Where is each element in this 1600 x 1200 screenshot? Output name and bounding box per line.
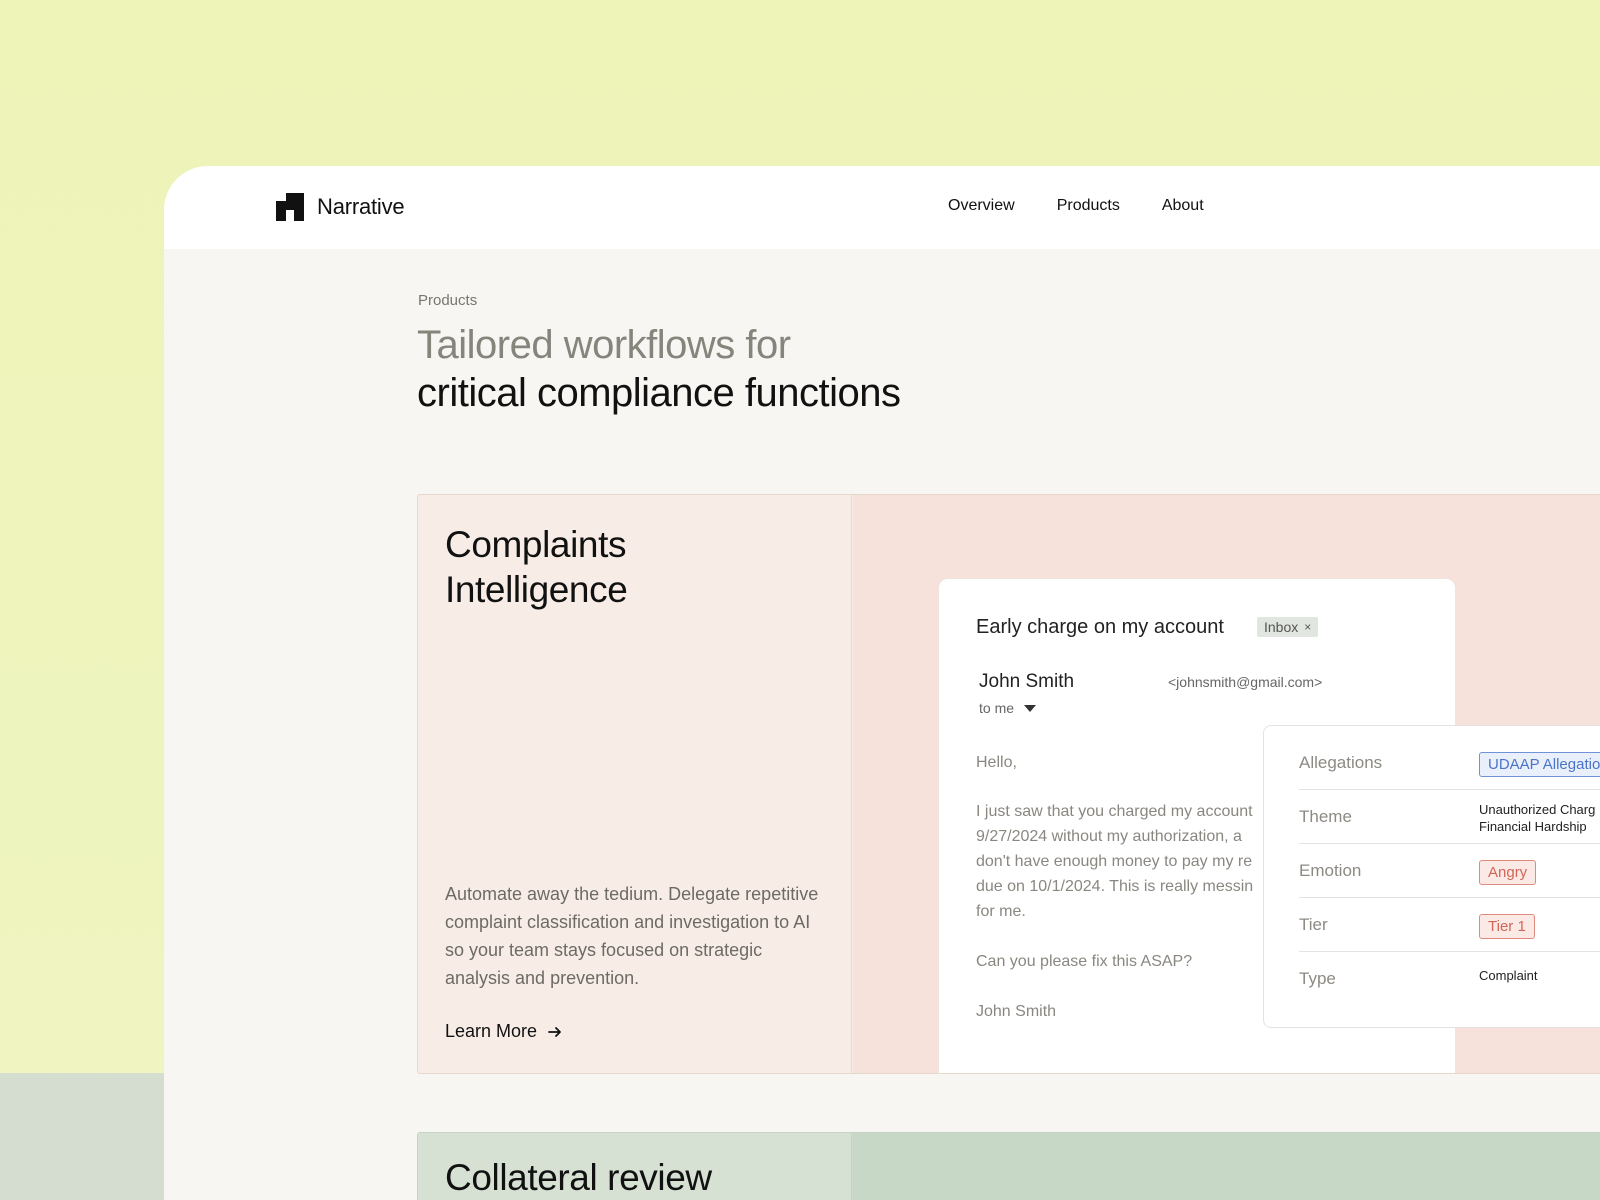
nav-item-overview[interactable]: Overview [948,197,1015,215]
hero-heading-line1: Tailored workflows for [417,323,791,367]
card-description: Automate away the tedium. Delegate repet… [445,884,819,988]
card2-text-panel: Collateral review [418,1133,852,1200]
brand-name: Narrative [317,194,405,219]
learn-more-label: Learn More [445,1021,538,1041]
attr-label: Theme [1299,807,1352,826]
recipient-label: to me [979,700,1015,716]
card2-preview-panel [853,1133,1600,1200]
hero-heading-line2: critical compliance functions [417,371,901,415]
attr-row-emotion: Emotion Angry [1299,844,1600,898]
top-navigation-bar: Narrative Overview Products About [164,166,1600,249]
section-eyebrow: Products [418,292,478,309]
card-title-line2: Intelligence [445,569,628,610]
main-nav: Overview Products About [948,197,1246,215]
email-question: Can you please fix this ASAP? [976,953,1193,970]
brand-logo[interactable]: Narrative [276,193,405,221]
attr-label: Allegations [1299,753,1383,772]
card-title-line1: Complaints [445,524,627,565]
theme-value-line1: Unauthorized Charg [1479,802,1596,817]
email-signature: John Smith [976,1003,1057,1020]
narrative-logo-icon [276,193,304,221]
background-tint [0,1073,170,1200]
email-paragraph: I just saw that you charged my account 9… [976,803,1254,920]
chevron-down-icon [1024,704,1037,712]
theme-value-line2: Financial Hardship [1479,819,1587,834]
product-card-collateral: Collateral review [417,1132,1600,1200]
browser-window: Narrative Overview Products About Produc… [164,166,1600,1200]
classification-panel: Allegations UDAAP Allegatio Theme Unauth… [1263,725,1600,1028]
attr-label: Emotion [1299,861,1362,880]
sender-email: <johnsmith@gmail.com> [1168,674,1323,690]
attr-row-tier: Tier Tier 1 [1299,898,1600,952]
attr-label: Tier [1299,915,1328,934]
type-value: Complaint [1479,968,1538,983]
nav-item-products[interactable]: Products [1057,197,1120,215]
nav-item-about[interactable]: About [1162,197,1204,215]
learn-more-link[interactable]: Learn More [445,1021,563,1042]
attr-row-allegations: Allegations UDAAP Allegatio [1299,736,1600,790]
emotion-badge: Angry [1479,860,1537,885]
sender-name: John Smith [979,671,1075,692]
card2-title: Collateral review [445,1157,712,1198]
inbox-label-text: Inbox [1264,619,1299,635]
recipient-toggle[interactable]: to me [979,700,1037,716]
attr-row-type: Type Complaint [1299,952,1600,1006]
theme-value: Unauthorized Charg Financial Hardship [1479,801,1595,835]
arrow-right-icon [548,1026,561,1037]
inbox-label-chip[interactable]: Inbox × [1257,617,1319,637]
card-text-panel: Complaints Intelligence Automate away th… [418,495,852,1073]
close-icon[interactable]: × [1304,620,1311,634]
attr-row-theme: Theme Unauthorized Charg Financial Hards… [1299,790,1600,844]
email-greeting: Hello, [976,754,1017,771]
allegation-badge: UDAAP Allegatio [1479,752,1600,777]
email-subject: Early charge on my account [976,616,1224,638]
attr-label: Type [1299,969,1336,988]
card-title: Complaints Intelligence [445,522,628,612]
tier-badge: Tier 1 [1479,914,1535,939]
